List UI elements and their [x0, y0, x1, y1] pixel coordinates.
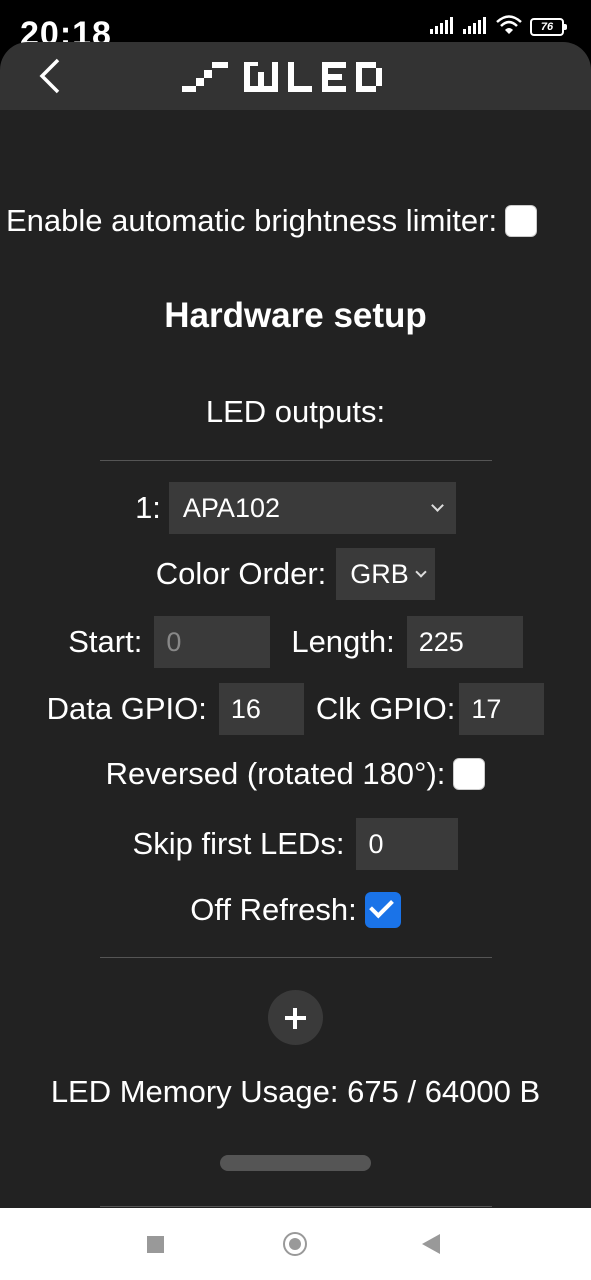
- led-type-select[interactable]: APA102: [168, 482, 456, 534]
- length-label: Length:: [291, 624, 395, 659]
- color-order-value: GRB: [350, 558, 409, 589]
- back-icon[interactable]: [422, 1234, 440, 1254]
- home-icon[interactable]: [283, 1232, 307, 1256]
- output-type-row: 1: APA102: [0, 482, 591, 534]
- color-order-row: Color Order: GRB: [0, 548, 591, 600]
- section-title: Hardware setup: [164, 296, 427, 335]
- off-refresh-label: Off Refresh:: [190, 892, 357, 927]
- divider: [100, 957, 492, 958]
- clk-gpio-input[interactable]: 17: [459, 683, 545, 735]
- signal-icon-2: [463, 16, 486, 34]
- divider: [100, 1206, 492, 1207]
- abl-label: Enable automatic brightness limiter:: [6, 203, 498, 238]
- off-refresh-checkbox[interactable]: [364, 892, 401, 928]
- chevron-down-icon: [431, 499, 444, 512]
- wifi-icon: [496, 15, 522, 34]
- skip-first-leds-input[interactable]: 0: [356, 818, 459, 870]
- battery-icon: 76: [530, 18, 567, 36]
- start-label: Start:: [68, 624, 143, 659]
- led-type-value: APA102: [182, 492, 280, 523]
- data-gpio-input[interactable]: 16: [218, 683, 304, 735]
- wled-logo: [182, 62, 382, 92]
- skip-row: Skip first LEDs: 0: [0, 818, 591, 870]
- abl-row: Enable automatic brightness limiter:: [0, 196, 591, 246]
- color-order-select[interactable]: GRB: [336, 548, 436, 600]
- led-outputs-heading: LED outputs:: [0, 390, 591, 434]
- status-bar: 20:18 76: [0, 0, 591, 53]
- chevron-down-icon: [415, 565, 427, 578]
- reversed-label: Reversed (rotated 180°):: [105, 756, 446, 791]
- reversed-row: Reversed (rotated 180°):: [0, 752, 591, 796]
- system-nav-bar: [0, 1208, 591, 1280]
- gpio-row: Data GPIO: 16 Clk GPIO: 17: [0, 683, 591, 735]
- length-input[interactable]: 225: [406, 616, 523, 668]
- clk-gpio-label: Clk GPIO:: [315, 691, 456, 726]
- skip-first-leds-label: Skip first LEDs:: [132, 826, 345, 861]
- color-order-label: Color Order:: [155, 556, 327, 591]
- recents-icon[interactable]: [147, 1236, 164, 1253]
- signal-icon: [430, 16, 453, 34]
- back-arrow-icon[interactable]: [30, 56, 70, 96]
- reversed-checkbox[interactable]: [453, 758, 486, 790]
- off-refresh-row: Off Refresh:: [0, 888, 591, 932]
- memory-usage-text: LED Memory Usage: 675 / 64000 B: [50, 1074, 541, 1109]
- memory-usage-row: LED Memory Usage: 675 / 64000 B: [0, 1070, 591, 1114]
- add-output-button[interactable]: [268, 990, 323, 1045]
- abl-checkbox[interactable]: [505, 205, 538, 237]
- horizontal-scrollbar[interactable]: [220, 1155, 371, 1171]
- data-gpio-label: Data GPIO:: [46, 691, 207, 726]
- start-length-row: Start: 0 Length: 225: [0, 616, 591, 668]
- divider: [100, 460, 492, 461]
- led-outputs-label: LED outputs:: [205, 394, 386, 429]
- output-index-label: 1:: [135, 490, 161, 525]
- start-input[interactable]: 0: [154, 616, 271, 668]
